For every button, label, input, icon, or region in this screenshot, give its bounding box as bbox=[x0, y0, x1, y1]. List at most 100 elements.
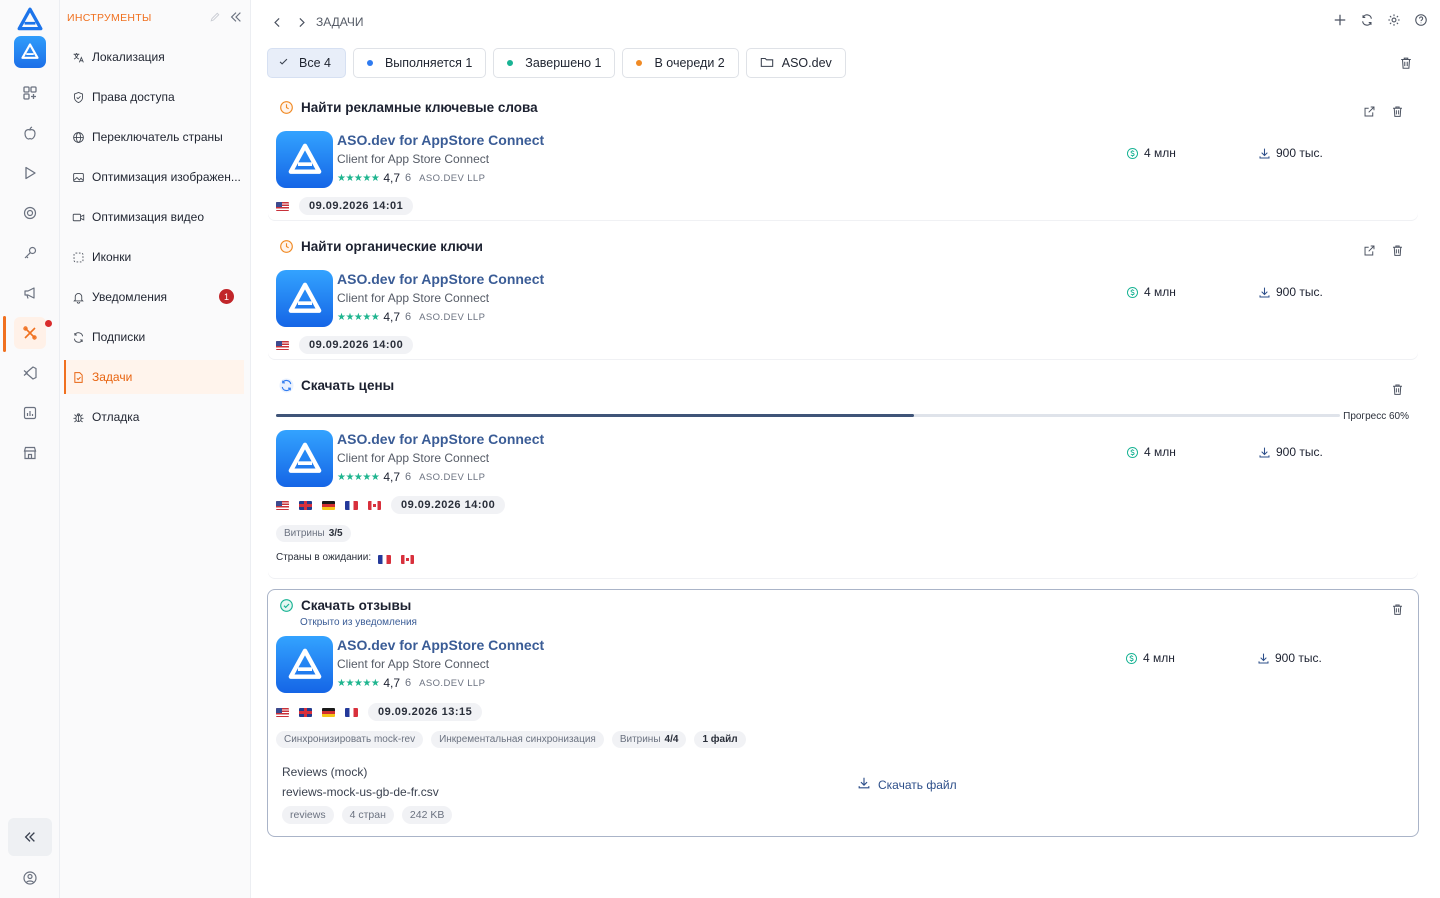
progress-track bbox=[276, 414, 1340, 417]
sidebar-item-label: Оптимизация видео bbox=[92, 210, 204, 224]
collapse-rail-button[interactable] bbox=[8, 818, 52, 856]
revenue-metric: 4 млн bbox=[1126, 146, 1176, 160]
rating-count: 6 bbox=[405, 471, 412, 483]
country-row: 09.09.2026 14:00 bbox=[276, 495, 506, 515]
rating-stars: ★★★★★ bbox=[337, 677, 380, 689]
flag-us-icon bbox=[276, 707, 289, 717]
help-icon[interactable] bbox=[1414, 13, 1428, 27]
chart-icon[interactable] bbox=[14, 397, 46, 429]
task-card[interactable]: Найти рекламные ключевые слова ASO.dev f… bbox=[267, 92, 1419, 222]
back-icon[interactable] bbox=[268, 16, 286, 29]
app-name[interactable]: ASO.dev for AppStore Connect bbox=[337, 271, 544, 287]
sidebar-item-icons[interactable]: Иконки bbox=[64, 240, 244, 274]
megaphone-icon[interactable] bbox=[14, 277, 46, 309]
app-store-icon bbox=[276, 636, 333, 693]
forward-icon[interactable] bbox=[292, 16, 310, 29]
target-icon[interactable] bbox=[14, 197, 46, 229]
files-pill: 1 файл bbox=[694, 731, 746, 748]
task-title: Скачать отзывы bbox=[301, 597, 412, 613]
app-subtitle: Client for App Store Connect bbox=[337, 291, 490, 305]
filter-running[interactable]: Выполняется 1 bbox=[352, 48, 487, 78]
sidebar-item-label: Иконки bbox=[92, 250, 132, 264]
task-card[interactable]: Скачать цены Прогресс 60% ASO.dev for Ap… bbox=[267, 370, 1419, 580]
developer-name: ASO.DEV LLP bbox=[419, 677, 486, 689]
pencil-icon[interactable] bbox=[209, 11, 221, 26]
vscode-icon[interactable] bbox=[14, 357, 46, 389]
storefronts-pill: Витрины 4/4 bbox=[611, 731, 687, 748]
download-icon bbox=[857, 776, 871, 793]
store-icon[interactable] bbox=[14, 437, 46, 469]
app-name[interactable]: ASO.dev for AppStore Connect bbox=[337, 132, 544, 148]
download-icon bbox=[1258, 286, 1271, 299]
rating-value: 4,7 bbox=[383, 171, 401, 185]
developer-name: ASO.DEV LLP bbox=[419, 471, 486, 483]
country-row: 09.09.2026 13:15 bbox=[276, 702, 483, 722]
revenue-value: 4 млн bbox=[1144, 445, 1176, 459]
revenue-value: 4 млн bbox=[1144, 285, 1176, 299]
flag-ca-icon bbox=[401, 555, 415, 564]
revenue-value: 4 млн bbox=[1143, 651, 1175, 665]
app-subtitle: Client for App Store Connect bbox=[337, 451, 490, 465]
open-external-icon[interactable] bbox=[1362, 243, 1376, 257]
logo-icon[interactable] bbox=[14, 4, 46, 36]
filter-all[interactable]: Все 4 bbox=[267, 48, 346, 78]
sidebar-item-country-switch[interactable]: Переключатель страны bbox=[64, 120, 244, 154]
revenue-metric: 4 млн bbox=[1126, 285, 1176, 299]
sidebar-item-notifications[interactable]: Уведомления 1 bbox=[64, 280, 244, 314]
sidebar-item-permissions[interactable]: Права доступа bbox=[64, 80, 244, 114]
key-icon[interactable] bbox=[14, 237, 46, 269]
file-name: reviews-mock-us-gb-de-fr.csv bbox=[282, 785, 439, 799]
task-card[interactable]: Найти органические ключи ASO.dev for App… bbox=[267, 231, 1419, 361]
grid-icon[interactable] bbox=[14, 77, 46, 109]
trash-icon[interactable] bbox=[1390, 243, 1404, 257]
app-name[interactable]: ASO.dev for AppStore Connect bbox=[337, 431, 544, 447]
tools-icon[interactable] bbox=[14, 317, 46, 349]
downloads-value: 900 тыс. bbox=[1276, 445, 1323, 459]
sidebar-item-video-optimization[interactable]: Оптимизация видео bbox=[64, 200, 244, 234]
flag-us-icon bbox=[276, 201, 289, 211]
sidebar-item-image-optimization[interactable]: Оптимизация изображен... bbox=[64, 160, 244, 194]
check-circle-icon bbox=[278, 597, 294, 613]
collapse-sidebar-icon[interactable] bbox=[229, 10, 243, 27]
trash-icon[interactable] bbox=[1390, 602, 1404, 616]
app-info: ASO.dev for AppStore Connect Client for … bbox=[276, 430, 836, 488]
play-icon[interactable] bbox=[14, 157, 46, 189]
plus-icon[interactable] bbox=[1333, 13, 1347, 27]
globe-icon bbox=[71, 130, 85, 144]
apple-icon[interactable] bbox=[14, 117, 46, 149]
flag-gb-icon bbox=[299, 500, 312, 510]
file-tag-type: reviews bbox=[282, 806, 334, 824]
rating-stars: ★★★★★ bbox=[337, 311, 380, 323]
sidebar-title: ИНСТРУМЕНТЫ bbox=[67, 12, 152, 24]
rating-value: 4,7 bbox=[383, 310, 401, 324]
downloads-metric: 900 тыс. bbox=[1258, 445, 1323, 459]
open-external-icon[interactable] bbox=[1362, 104, 1376, 118]
storefronts-value: 3/5 bbox=[328, 528, 343, 539]
task-card-highlighted[interactable]: Скачать отзывы Открыто из уведомления AS… bbox=[267, 589, 1419, 837]
trash-icon[interactable] bbox=[1390, 104, 1404, 118]
app-subtitle: Client for App Store Connect bbox=[337, 657, 490, 671]
sidebar-item-label: Подписки bbox=[92, 330, 146, 344]
notifications-badge: 1 bbox=[219, 289, 234, 304]
sidebar-item-subscriptions[interactable]: Подписки bbox=[64, 320, 244, 354]
task-filters: Все 4 Выполняется 1 Завершено 1 В очеред… bbox=[267, 48, 846, 78]
filter-folder[interactable]: ASO.dev bbox=[745, 48, 846, 78]
app-name[interactable]: ASO.dev for AppStore Connect bbox=[337, 637, 544, 653]
clear-all-trash-icon[interactable] bbox=[1399, 56, 1413, 73]
filter-done[interactable]: Завершено 1 bbox=[493, 48, 616, 78]
app-info: ASO.dev for AppStore Connect Client for … bbox=[276, 131, 836, 189]
filter-queued[interactable]: В очереди 2 bbox=[622, 48, 739, 78]
settings-icon[interactable] bbox=[1387, 13, 1401, 27]
sidebar-item-label: Локализация bbox=[92, 50, 165, 64]
sidebar-item-label: Отладка bbox=[92, 410, 140, 424]
sidebar-item-tasks[interactable]: Задачи bbox=[64, 360, 244, 394]
sidebar-item-localization[interactable]: Локализация bbox=[64, 40, 244, 74]
user-icon[interactable] bbox=[14, 862, 46, 894]
app-logo-icon[interactable] bbox=[14, 36, 46, 68]
trash-icon[interactable] bbox=[1390, 382, 1404, 396]
refresh-icon[interactable] bbox=[1360, 13, 1374, 27]
storefronts-value: 4/4 bbox=[664, 734, 679, 745]
sidebar-item-debug[interactable]: Отладка bbox=[64, 400, 244, 434]
download-file-button[interactable]: Скачать файл bbox=[857, 776, 957, 793]
download-icon bbox=[1257, 652, 1270, 665]
